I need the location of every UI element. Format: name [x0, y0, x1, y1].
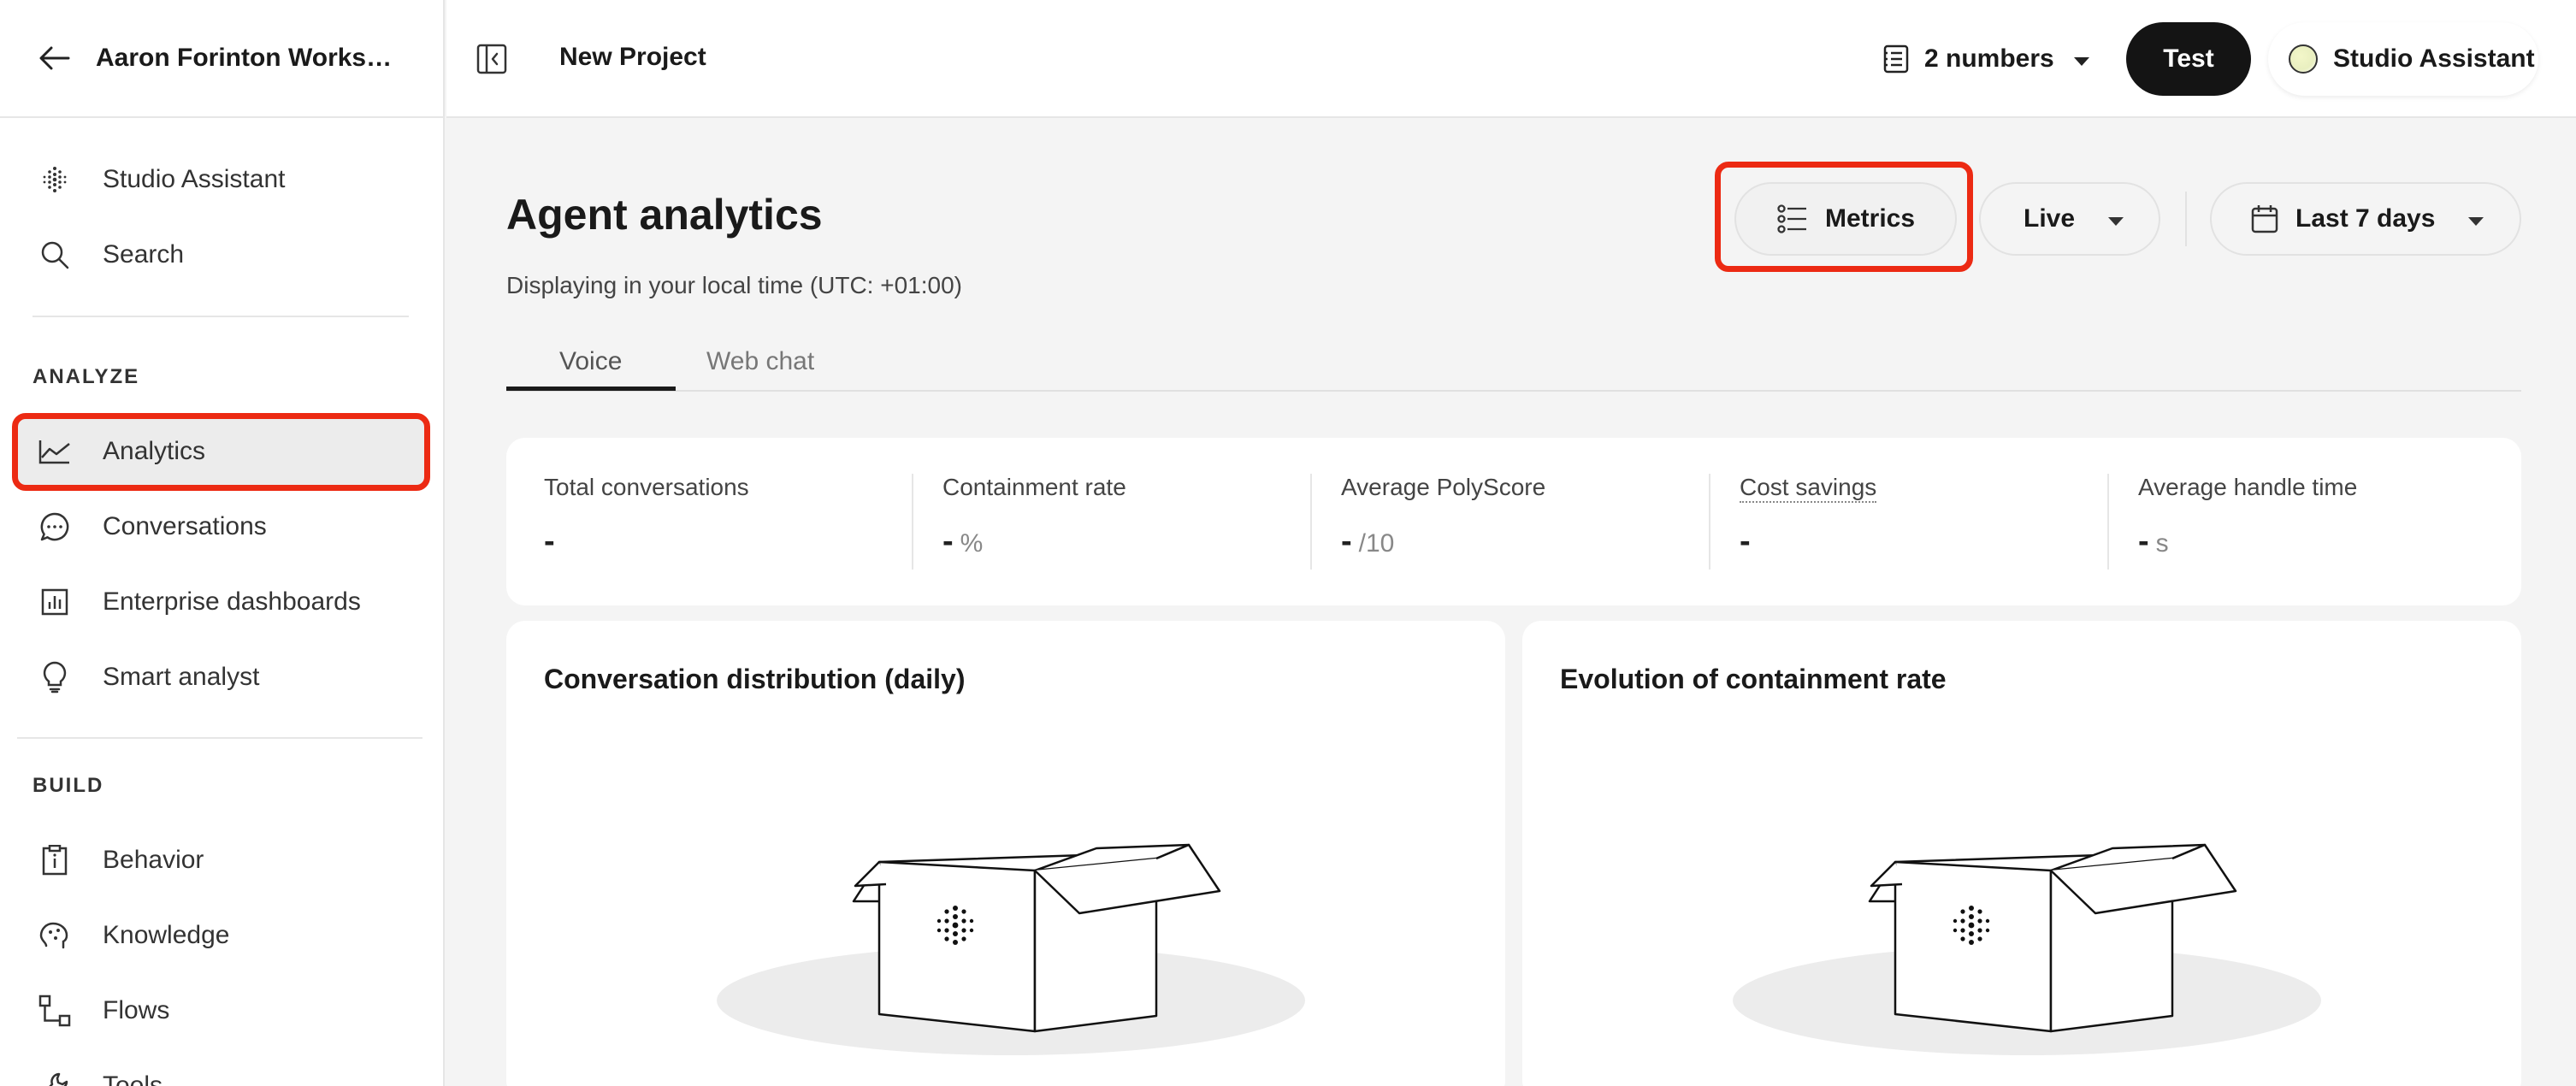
stat-average-handle-time: Average handle time -s — [2100, 438, 2499, 605]
page-title: Agent analytics — [506, 191, 823, 239]
sidebar-item-search[interactable]: Search — [17, 221, 428, 289]
chevron-down-icon — [2073, 44, 2090, 74]
chart-title: Evolution of containment rate — [1560, 664, 1947, 694]
flow-icon — [38, 994, 72, 1028]
tab-voice[interactable]: Voice — [559, 347, 622, 376]
stat-cost-savings: Cost savings - — [1702, 438, 2100, 605]
sidebar-item-label: Flows — [103, 996, 170, 1024]
sidebar-item-conversations[interactable]: Conversations — [17, 493, 428, 561]
sidebar-item-label: Tools — [103, 1071, 163, 1086]
sidebar-item-analytics[interactable]: Analytics — [17, 417, 428, 486]
project-name: New Project — [559, 43, 706, 71]
stat-average-polyscore: Average PolyScore -/10 — [1303, 438, 1702, 605]
analyze-section-label: ANALYZE — [32, 365, 140, 388]
brain-icon — [38, 918, 72, 953]
clipboard-info-icon — [38, 843, 72, 877]
stat-value: - — [1740, 523, 1751, 559]
empty-box-illustration — [712, 811, 1310, 1086]
wrench-icon — [38, 1069, 72, 1086]
chevron-down-icon — [2467, 204, 2484, 233]
lightbulb-icon — [38, 660, 72, 694]
list-settings-icon — [1777, 204, 1808, 233]
stat-label: Average PolyScore — [1341, 474, 1546, 500]
workspace-header: Aaron Forinton Worksp... — [0, 0, 443, 118]
numbers-label: 2 numbers — [1924, 44, 2054, 73]
sidebar-item-flows[interactable]: Flows — [17, 977, 428, 1045]
metrics-label: Metrics — [1825, 204, 1916, 233]
containment-rate-card: Evolution of containment rate — [1522, 621, 2521, 1086]
sidebar-item-enterprise-dashboards[interactable]: Enterprise dashboards — [17, 568, 428, 636]
studio-assistant-button[interactable]: Studio Assistant — [2268, 22, 2538, 96]
sidebar-item-label: Search — [103, 240, 185, 269]
stat-value: -s — [2138, 523, 2169, 559]
build-section-label: BUILD — [32, 774, 104, 797]
sidebar-item-label: Analytics — [103, 437, 206, 465]
conversation-distribution-card: Conversation distribution (daily) — [506, 621, 1505, 1086]
assistant-orb-icon — [2289, 44, 2318, 74]
sidebar-item-studio-assistant[interactable]: Studio Assistant — [17, 145, 428, 214]
workspace-name[interactable]: Aaron Forinton Worksp... — [96, 44, 395, 73]
sidebar-divider — [17, 737, 422, 739]
numbers-dropdown[interactable]: 2 numbers — [1883, 38, 2090, 80]
sidebar-item-label: Studio Assistant — [103, 165, 286, 193]
back-arrow-icon[interactable] — [34, 38, 75, 79]
sidebar: Aaron Forinton Worksp... Studio Assistan… — [0, 0, 445, 1086]
sidebar-item-smart-analyst[interactable]: Smart analyst — [17, 643, 428, 711]
sidebar-item-label: Behavior — [103, 846, 204, 874]
date-range-label: Last 7 days — [2295, 204, 2436, 233]
stat-label: Containment rate — [942, 474, 1126, 500]
stat-value: -/10 — [1341, 523, 1395, 559]
sidebar-item-label: Knowledge — [103, 921, 230, 949]
stat-label: Average handle time — [2138, 474, 2358, 500]
metrics-button[interactable]: Metrics — [1734, 182, 1957, 256]
bar-chart-icon — [38, 585, 72, 619]
top-bar: New Project 2 numbers Test Studio Assist… — [446, 0, 2576, 118]
live-label: Live — [2024, 204, 2076, 233]
sidebar-item-label: Conversations — [103, 512, 267, 540]
toolbar-separator — [2185, 192, 2187, 246]
sidebar-divider — [32, 316, 409, 317]
sidebar-item-label: Enterprise dashboards — [103, 587, 361, 616]
sidebar-item-knowledge[interactable]: Knowledge — [17, 901, 428, 970]
line-chart-icon — [38, 434, 72, 469]
sidebar-item-behavior[interactable]: Behavior — [17, 826, 428, 894]
active-tab-indicator — [506, 387, 676, 391]
chart-title: Conversation distribution (daily) — [544, 664, 966, 694]
timezone-note: Displaying in your local time (UTC: +01:… — [506, 272, 962, 298]
sidebar-item-tools[interactable]: Tools — [17, 1052, 428, 1086]
stat-total-conversations: Total conversations - — [506, 438, 905, 605]
stat-value: -% — [942, 523, 984, 559]
stat-containment-rate: Containment rate -% — [905, 438, 1303, 605]
calendar-icon — [2251, 204, 2278, 233]
sidebar-item-label: Smart analyst — [103, 663, 260, 691]
chat-bubble-icon — [38, 510, 72, 544]
sparkle-dots-icon — [38, 162, 72, 197]
test-button[interactable]: Test — [2126, 22, 2251, 96]
studio-assistant-label: Studio Assistant — [2333, 44, 2535, 73]
tab-web-chat[interactable]: Web chat — [706, 347, 814, 376]
sidebar-collapse-icon[interactable] — [472, 39, 511, 79]
empty-box-illustration — [1728, 811, 2326, 1086]
search-icon — [38, 238, 72, 272]
live-dropdown[interactable]: Live — [1979, 182, 2160, 256]
chevron-down-icon — [2107, 204, 2124, 233]
stat-value: - — [544, 523, 555, 559]
date-range-dropdown[interactable]: Last 7 days — [2210, 182, 2521, 256]
phone-list-icon — [1883, 44, 1909, 74]
stat-label: Total conversations — [544, 474, 749, 500]
summary-stats-card: Total conversations - Containment rate -… — [506, 438, 2521, 605]
channel-tabs: Voice Web chat — [506, 342, 2521, 392]
stat-label[interactable]: Cost savings — [1740, 474, 1877, 503]
